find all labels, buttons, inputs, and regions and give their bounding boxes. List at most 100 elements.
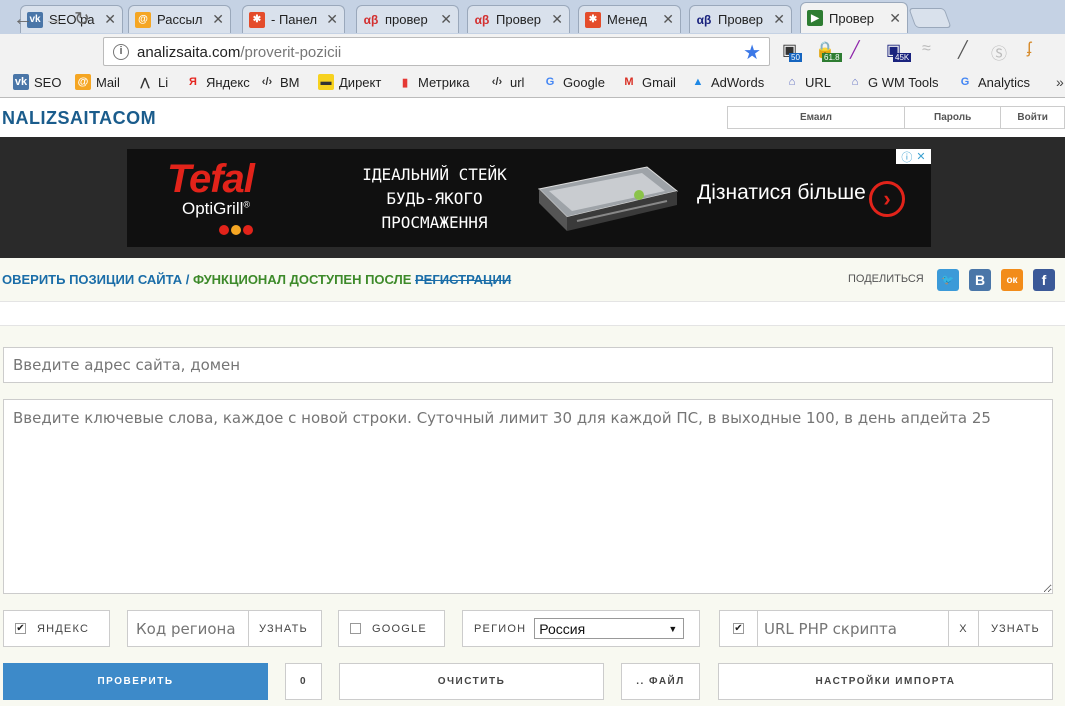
tab-close-icon[interactable]: ✕ <box>551 11 563 28</box>
liveinternet-icon: ⋀ <box>140 76 150 89</box>
yandex-label: ЯНДЕКС <box>37 622 90 635</box>
extension-badge: 61.8 <box>822 53 842 62</box>
bookmark-star-icon[interactable]: ★ <box>743 40 761 65</box>
feather-extension-icon[interactable]: ╱ <box>850 40 872 62</box>
tab-title: Менед <box>607 12 647 27</box>
register-link[interactable]: РЕГИСТРАЦИИ <box>415 272 511 287</box>
bookmark-label: Mail <box>96 74 120 90</box>
bookmark-item[interactable]: M Gmail <box>621 74 676 90</box>
clear-url-button[interactable]: X <box>948 611 978 646</box>
vk-icon[interactable]: В <box>969 269 991 291</box>
tab-8[interactable]: ▶ Провер ✕ <box>800 2 908 33</box>
ad-banner[interactable]: Tefal OptiGrill® ІДЕАЛЬНИЙ СТЕЙК БУДЬ-ЯКО… <box>127 149 931 247</box>
eyedropper-extension-icon[interactable]: ╱ <box>958 40 980 62</box>
facebook-icon[interactable]: f <box>1033 269 1055 291</box>
site-info-icon[interactable]: i <box>113 44 129 60</box>
code-icon: ‹/› <box>261 76 273 88</box>
bookmark-item[interactable]: ⋀ Li <box>137 74 168 90</box>
tab-1[interactable]: vk SEO ра ✕ <box>20 5 123 33</box>
tab-close-icon[interactable]: ✕ <box>326 11 338 28</box>
bookmark-item[interactable]: ▬ Директ <box>318 74 381 90</box>
bookmark-label: Gmail <box>642 74 676 90</box>
ad-close-icon[interactable]: ✕ <box>916 150 925 163</box>
bookmark-item[interactable]: @ Mail <box>75 74 120 90</box>
ad-arrow-icon[interactable]: › <box>869 181 905 217</box>
odnoklassniki-icon[interactable]: ок <box>1001 269 1023 291</box>
bookmark-item[interactable]: vk SEO <box>13 74 61 90</box>
tab-close-icon[interactable]: ✕ <box>104 11 116 28</box>
bookmark-item[interactable]: Я Яндекс <box>185 74 250 90</box>
tab-7[interactable]: αβ Провер ✕ <box>689 5 792 33</box>
learn-url-button[interactable]: УЗНАТЬ <box>978 611 1052 646</box>
reload-icon[interactable]: ↻ <box>74 8 90 31</box>
region-select[interactable]: Россия ▼ <box>534 618 685 639</box>
forward-icon[interactable]: → <box>44 8 64 31</box>
extension-badge: 50 <box>789 53 802 62</box>
tab-close-icon[interactable]: ✕ <box>889 10 901 27</box>
bookmark-label: Директ <box>339 74 382 90</box>
email-field[interactable]: Емаил <box>728 107 905 128</box>
tab-close-icon[interactable]: ✕ <box>773 11 785 28</box>
login-button[interactable]: Войти <box>1001 107 1064 128</box>
yandex-checkbox[interactable]: ✔ <box>15 623 26 634</box>
seo-rank-extension-icon[interactable]: ▣ 50 <box>782 40 804 62</box>
password-field[interactable]: Пароль <box>905 107 1002 128</box>
bookmark-item[interactable]: ▲ AdWords <box>690 74 765 90</box>
skype-extension-icon[interactable]: Ⓢ <box>991 40 1013 63</box>
grill-image <box>537 166 679 231</box>
bookmark-item[interactable]: ‹/› ВМ <box>259 74 300 90</box>
bookmark-item[interactable]: ⌂ URL <box>784 74 831 90</box>
google-icon: G <box>960 76 970 88</box>
code-icon: ‹/› <box>491 76 503 88</box>
address-bar[interactable]: i analizsaita.com/proverit-pozicii ★ <box>103 37 770 66</box>
google-option[interactable]: GOOGLE <box>338 610 445 647</box>
url-script-group: ✔ X УЗНАТЬ <box>719 610 1053 647</box>
google-checkbox[interactable] <box>350 623 361 634</box>
tab-5[interactable]: αβ Провер ✕ <box>467 5 570 33</box>
url-checkbox[interactable]: ✔ <box>733 623 744 634</box>
learn-region-button[interactable]: УЗНАТЬ <box>248 611 321 646</box>
url-script-input[interactable] <box>758 611 948 646</box>
bookmark-item[interactable]: G Google <box>542 74 605 90</box>
bookmark-item[interactable]: ⌂ G WM Tools <box>847 74 939 90</box>
import-settings-button[interactable]: НАСТРОЙКИ ИМПОРТА <box>718 663 1053 700</box>
clear-button[interactable]: ОЧИСТИТЬ <box>339 663 604 700</box>
bookmark-label: Метрика <box>418 74 470 90</box>
tab-6[interactable]: ✱ Менед ✕ <box>578 5 681 33</box>
tab-close-icon[interactable]: ✕ <box>212 11 224 28</box>
twitter-icon[interactable]: 🐦 <box>937 269 959 291</box>
tab-close-icon[interactable]: ✕ <box>440 11 452 28</box>
wifi-extension-icon[interactable]: ≈ <box>922 40 944 62</box>
new-tab-button[interactable] <box>908 8 952 28</box>
file-button[interactable]: .. ФАЙЛ <box>621 663 700 700</box>
tools-extension-icon[interactable]: ʄ <box>1027 40 1049 62</box>
bookmark-label: AdWords <box>711 74 765 90</box>
dropdown-arrow-icon: ▼ <box>668 623 678 634</box>
ad-info-icon[interactable]: ⓘ <box>901 149 912 165</box>
url-icon: ⌂ <box>788 76 796 88</box>
tab-2[interactable]: @ Рассыл ✕ <box>128 5 231 33</box>
bookmark-item[interactable]: ▮ Метрика <box>397 74 469 90</box>
stats-extension-icon[interactable]: ▣ 45K <box>886 40 912 62</box>
tab-close-icon[interactable]: ✕ <box>662 11 674 28</box>
back-icon[interactable]: ← <box>13 8 33 31</box>
region-group: РЕГИОН Россия ▼ <box>462 610 700 647</box>
url-checkbox-wrap[interactable]: ✔ <box>720 611 758 646</box>
keywords-textarea[interactable] <box>3 399 1053 594</box>
site-logo[interactable]: NALIZSAITACOM <box>2 108 156 129</box>
yandex-icon: Я <box>189 76 197 88</box>
tab-4[interactable]: αβ провер ✕ <box>356 5 459 33</box>
check-button[interactable]: ПРОВЕРИТЬ <box>3 663 268 700</box>
tab-3[interactable]: ✱ - Панел ✕ <box>242 5 345 33</box>
yandex-option[interactable]: ✔ ЯНДЕКС <box>3 610 110 647</box>
direct-icon: ▬ <box>318 74 334 90</box>
bookmark-item[interactable]: ‹/› url <box>489 74 525 90</box>
bookmark-label: Google <box>563 74 605 90</box>
bookmark-item[interactable]: G Analytics <box>957 74 1030 90</box>
region-code-input[interactable] <box>128 611 248 646</box>
domain-input[interactable] <box>3 347 1053 383</box>
url-icon: ⌂ <box>851 76 859 88</box>
bookmarks-overflow-icon[interactable]: » <box>1056 74 1064 90</box>
ad-choices[interactable]: ⓘ ✕ <box>896 149 931 164</box>
lock-extension-icon[interactable]: 🔒 61.8 <box>815 40 842 62</box>
